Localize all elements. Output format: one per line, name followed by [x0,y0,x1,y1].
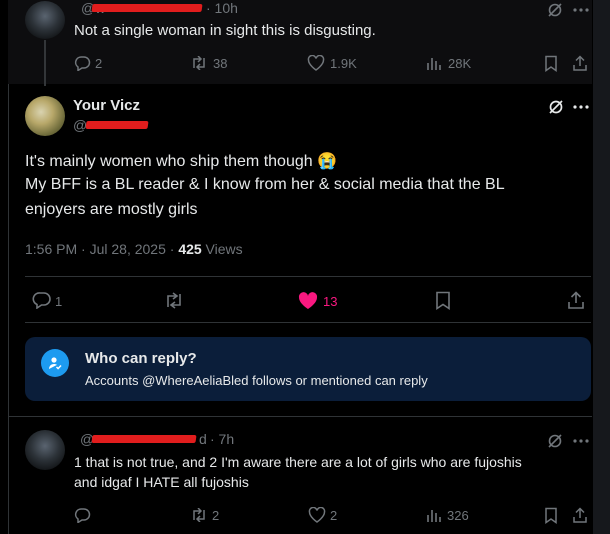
bookmark-icon[interactable] [435,291,451,310]
reply-count: 2 [95,56,103,71]
views-icon[interactable] [426,55,442,71]
reply-icon[interactable] [32,291,52,309]
redaction-mark [91,435,197,443]
reply-restriction-title: Who can reply? [85,350,197,367]
view-count: 326 [447,508,469,523]
reply-count: 1 [55,294,63,309]
views-icon[interactable] [426,507,442,523]
grok-icon[interactable] [547,2,563,18]
repost-icon[interactable] [190,508,208,522]
bookmark-icon[interactable] [544,507,558,524]
reply-icon[interactable] [74,55,91,71]
grok-icon[interactable] [548,99,564,115]
like-icon[interactable] [307,55,325,71]
post-text-line: 1 that is not true, and 2 I'm aware ther… [74,454,522,470]
avatar[interactable] [25,96,65,136]
repost-icon[interactable] [190,56,208,70]
redaction-mark [91,4,203,12]
author-handle-tail[interactable]: d [199,431,207,447]
like-count: 2 [330,508,338,523]
thread-line [44,40,46,86]
post-text-line: My BFF is a BL reader & I know from her … [25,176,505,193]
like-icon[interactable] [308,507,326,523]
timestamp-text[interactable]: 1:56 PM · Jul 28, 2025 · [25,241,178,257]
display-name[interactable]: Your Vicz [73,97,140,114]
redaction-mark [85,121,149,129]
scrollbar-gutter[interactable] [593,0,610,534]
like-count: 13 [323,294,338,309]
reply-restriction-badge [41,349,69,377]
more-icon[interactable] [573,439,589,443]
more-icon[interactable] [573,8,589,12]
views-label: Views [201,241,243,257]
post-text: Not a single woman in sight this is disg… [74,22,376,39]
divider [25,322,591,323]
repost-count: 38 [213,56,228,71]
views-count: 425 [178,241,202,257]
user-check-icon [48,356,62,370]
divider [25,276,591,277]
post-time[interactable]: · 10h [206,0,238,16]
post-time[interactable]: · 7h [210,431,234,447]
like-icon[interactable] [298,292,318,310]
view-count: 28K [448,56,472,71]
divider [8,416,592,417]
post-text-line: and idgaf I HATE all fujoshis [74,474,249,490]
reply-restriction-text: Accounts @WhereAeliaBled follows or ment… [85,373,428,388]
more-icon[interactable] [573,105,589,109]
like-count: 1.9K [330,56,357,71]
repost-count: 2 [212,508,220,523]
post-timestamp[interactable]: 1:56 PM · Jul 28, 2025 · 425 Views [25,241,243,257]
share-icon[interactable] [567,291,585,310]
post-text-line: enjoyers are mostly girls [25,201,198,218]
reply-restriction-box: Who can reply? Accounts @WhereAeliaBled … [25,337,591,401]
post-text-line: It's mainly women who ship them though 😭 [25,153,338,170]
bookmark-icon[interactable] [544,55,558,72]
avatar[interactable] [25,1,65,39]
repost-icon[interactable] [163,292,185,309]
reply-icon[interactable] [74,507,91,523]
grok-icon[interactable] [547,433,563,449]
avatar[interactable] [25,430,65,470]
share-icon[interactable] [572,55,588,72]
share-icon[interactable] [572,507,588,524]
